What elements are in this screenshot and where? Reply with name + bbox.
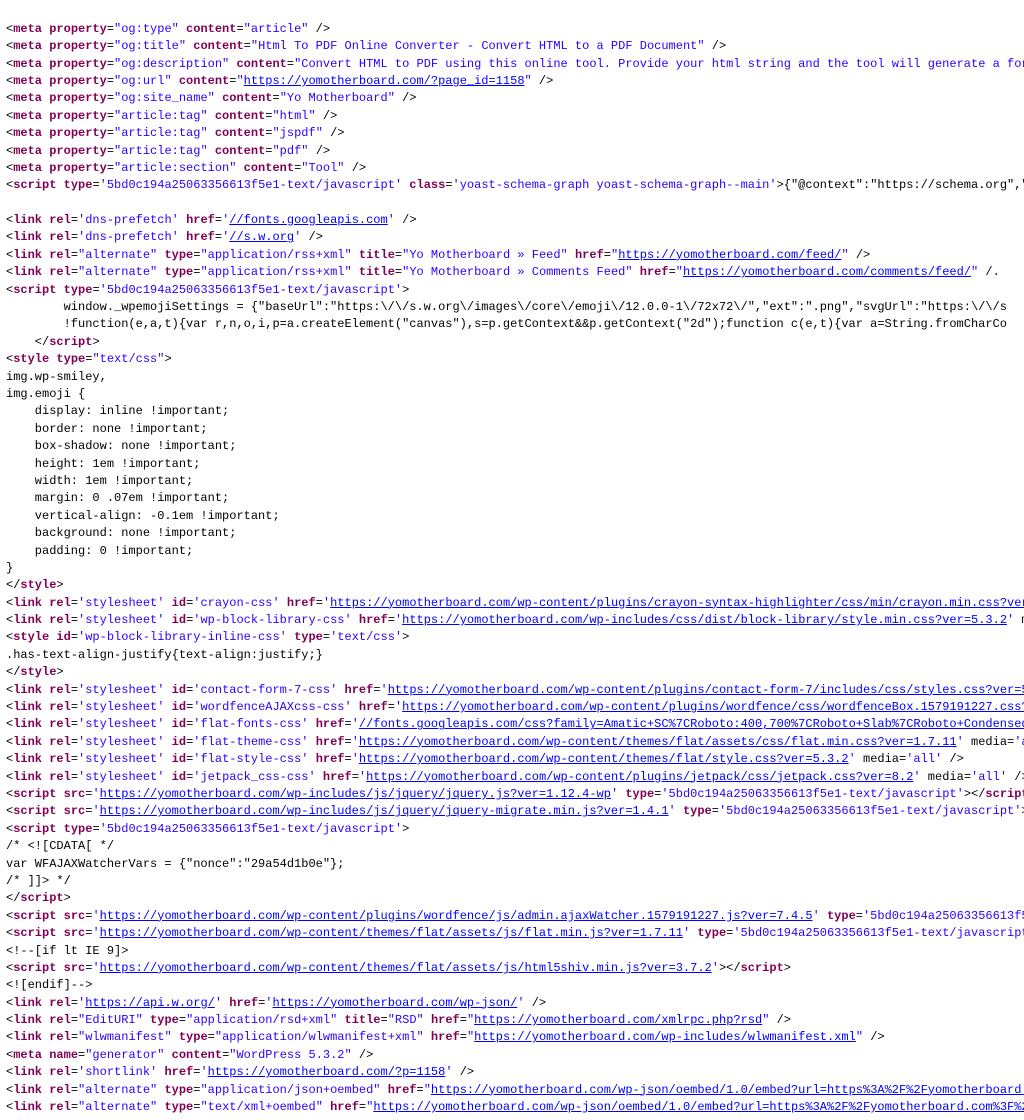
code-line: <link rel="alternate" type="application/… [6, 264, 1018, 281]
code-line: <link rel='stylesheet' id='jetpack_css-c… [6, 769, 1018, 786]
code-line: <link rel="alternate" type="application/… [6, 247, 1018, 264]
code-line: <link rel="EditURI" type="application/rs… [6, 1012, 1018, 1029]
code-line: <meta property="og:site_name" content="Y… [6, 90, 1018, 107]
code-line: </script> [6, 890, 1018, 907]
code-line: <link rel='stylesheet' id='wp-block-libr… [6, 612, 1018, 629]
code-line: <meta property="article:tag" content="js… [6, 125, 1018, 142]
code-line: img.wp-smiley, [6, 369, 1018, 386]
code-line: <script src='https://yomotherboard.com/w… [6, 908, 1018, 925]
code-line: <script type='5bd0c194a25063356613f5e1-t… [6, 282, 1018, 299]
code-line: margin: 0 .07em !important; [6, 490, 1018, 507]
code-line: <script type='5bd0c194a25063356613f5e1-t… [6, 177, 1018, 194]
code-line: var WFAJAXWatcherVars = {"nonce":"29a54d… [6, 856, 1018, 873]
code-line: background: none !important; [6, 525, 1018, 542]
code-line: <meta property="og:title" content="Html … [6, 38, 1018, 55]
code-line: } [6, 560, 1018, 577]
code-line: </script> [6, 334, 1018, 351]
code-line: <meta property="article:section" content… [6, 160, 1018, 177]
code-line: <link rel="alternate" type="text/xml+oem… [6, 1099, 1018, 1116]
code-line: <link rel='stylesheet' id='contact-form-… [6, 682, 1018, 699]
code-line: img.emoji { [6, 386, 1018, 403]
code-line: window._wpemojiSettings = {"baseUrl":"ht… [6, 299, 1018, 316]
code-line: vertical-align: -0.1em !important; [6, 508, 1018, 525]
code-line: <link rel="alternate" type="application/… [6, 1082, 1018, 1099]
code-line: !function(e,a,t){var r,n,o,i,p=a.createE… [6, 316, 1018, 333]
code-line: <![endif]--> [6, 977, 1018, 994]
code-line: <link rel='shortlink' href='https://yomo… [6, 1064, 1018, 1081]
code-line: <!--[if lt IE 9]> [6, 943, 1018, 960]
code-line: <link rel='stylesheet' id='crayon-css' h… [6, 595, 1018, 612]
code-line: <meta property="article:tag" content="pd… [6, 143, 1018, 160]
code-line: <link rel='stylesheet' id='wordfenceAJAX… [6, 699, 1018, 716]
code-line: <meta property="og:url" content="https:/… [6, 73, 1018, 90]
code-line: <script type='5bd0c194a25063356613f5e1-t… [6, 821, 1018, 838]
code-line: height: 1em !important; [6, 456, 1018, 473]
code-line: <style type="text/css"> [6, 351, 1018, 368]
code-line: display: inline !important; [6, 403, 1018, 420]
code-line: <meta property="og:type" content="articl… [6, 21, 1018, 38]
code-line [6, 195, 1018, 212]
code-line: border: none !important; [6, 421, 1018, 438]
code-line: <meta name="generator" content="WordPres… [6, 1047, 1018, 1064]
code-line: <link rel='https://api.w.org/' href='htt… [6, 995, 1018, 1012]
code-viewer: <meta property="og:type" content="articl… [6, 4, 1018, 1116]
code-line: <style id='wp-block-library-inline-css' … [6, 629, 1018, 646]
code-line: <meta property="og:description" content=… [6, 56, 1018, 73]
code-line: .has-text-align-justify{text-align:justi… [6, 647, 1018, 664]
code-line: <link rel='stylesheet' id='flat-theme-cs… [6, 734, 1018, 751]
code-line: padding: 0 !important; [6, 543, 1018, 560]
code-line: <link rel="wlwmanifest" type="applicatio… [6, 1029, 1018, 1046]
code-line: <link rel='stylesheet' id='flat-fonts-cs… [6, 716, 1018, 733]
code-line: <link rel='dns-prefetch' href='//s.w.org… [6, 229, 1018, 246]
code-line: <link rel='stylesheet' id='flat-style-cs… [6, 751, 1018, 768]
code-line: <script src='https://yomotherboard.com/w… [6, 786, 1018, 803]
code-line: box-shadow: none !important; [6, 438, 1018, 455]
code-line: </style> [6, 577, 1018, 594]
code-line: <meta property="article:tag" content="ht… [6, 108, 1018, 125]
code-line: width: 1em !important; [6, 473, 1018, 490]
code-line: <script src='https://yomotherboard.com/w… [6, 925, 1018, 942]
code-line: /* ]]> */ [6, 873, 1018, 890]
code-line: <script src='https://yomotherboard.com/w… [6, 803, 1018, 820]
code-line: <link rel='dns-prefetch' href='//fonts.g… [6, 212, 1018, 229]
code-line: <script src='https://yomotherboard.com/w… [6, 960, 1018, 977]
code-line: </style> [6, 664, 1018, 681]
